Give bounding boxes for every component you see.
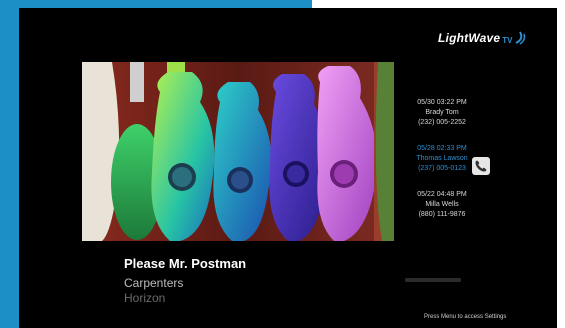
call-entry[interactable]: 05/22 04:48 PM Milla Wells (880) 111-987…	[396, 190, 488, 220]
caller-name: Brady Tom	[425, 109, 459, 116]
tv-screen: Please Mr. Postman Carpenters Horizon Li…	[19, 8, 557, 328]
phone-icon	[472, 157, 490, 175]
lightwave-tv-logo: LightWave TV	[438, 28, 526, 48]
song-album: Horizon	[124, 291, 166, 305]
wave-icon	[515, 31, 525, 45]
song-artist: Carpenters	[124, 276, 184, 290]
album-artwork	[82, 62, 394, 241]
left-accent-bar	[0, 0, 19, 328]
call-datetime: 05/28 02:33 PM	[417, 145, 467, 152]
logo-suffix: TV	[502, 35, 513, 45]
footer-hint: Press Menu to access Settings	[424, 314, 507, 320]
faded-call-entry	[405, 278, 461, 282]
call-entry[interactable]: 05/30 03:22 PM Brady Tom (232) 005-2252	[396, 98, 488, 128]
caller-number: (232) 005-2252	[418, 119, 466, 126]
song-title: Please Mr. Postman	[124, 256, 247, 271]
top-accent-bar	[0, 0, 312, 8]
call-datetime: 05/30 03:22 PM	[417, 99, 467, 106]
caller-number: (880) 111-9876	[418, 211, 466, 218]
logo-text: LightWave	[438, 31, 501, 45]
ukulele-artwork-image	[82, 62, 394, 241]
caller-name: Milla Wells	[425, 201, 459, 208]
call-datetime: 05/22 04:48 PM	[417, 191, 467, 198]
